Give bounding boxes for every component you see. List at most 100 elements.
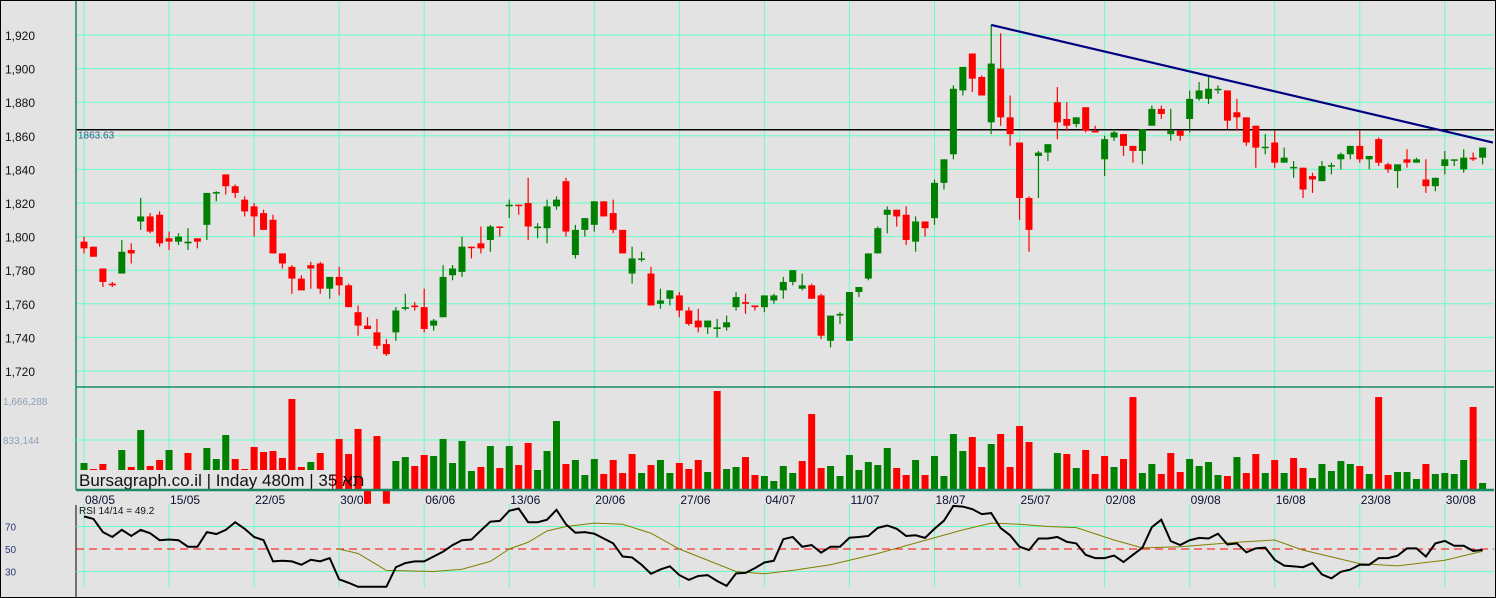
- volume-bar: [609, 460, 617, 489]
- date-tick-label: 11/07: [850, 493, 879, 507]
- candle-down: [1157, 108, 1165, 114]
- stock-chart[interactable]: 08/05 15/05 22/05 30/05 06/06 13/06 20/06 27/06…: [0, 0, 1496, 598]
- candle-down: [345, 285, 353, 308]
- date-tick-label: 06/06: [425, 493, 455, 507]
- candle-up: [704, 320, 712, 328]
- candle-up: [789, 270, 797, 282]
- candle-up: [184, 241, 192, 244]
- volume-bar: [1356, 466, 1364, 489]
- candle-down: [420, 307, 428, 329]
- candle-down: [108, 283, 116, 286]
- volume-bar: [1441, 473, 1449, 489]
- volume-bar: [1309, 478, 1316, 489]
- candle-down: [524, 203, 532, 227]
- candle-up: [959, 66, 967, 91]
- volume-bar: [1101, 456, 1109, 489]
- volume-bar: [1233, 457, 1241, 489]
- candle-down: [1233, 112, 1241, 118]
- candle-up: [1072, 117, 1080, 125]
- candle-up: [723, 322, 731, 328]
- candle-down: [411, 305, 419, 308]
- volume-bar: [949, 434, 957, 489]
- candle-down: [619, 229, 627, 254]
- candle-down: [335, 276, 343, 286]
- candle-down: [307, 265, 315, 269]
- date-tick-label: 25/07: [1021, 493, 1051, 507]
- candle-up: [628, 258, 636, 274]
- volume-bar: [1365, 474, 1373, 489]
- volume-bar: [590, 459, 598, 489]
- candle-down: [1016, 142, 1024, 198]
- candle-up: [779, 281, 787, 291]
- candle-up: [1138, 129, 1146, 151]
- volume-bar: [467, 471, 475, 489]
- date-tick-label: 22/05: [255, 493, 285, 507]
- candle-down: [1252, 125, 1260, 148]
- volume-bar: [1006, 467, 1014, 489]
- candle-down: [997, 68, 1005, 118]
- date-tick-label: 15/05: [170, 493, 200, 507]
- price-tick-label: 1,780: [5, 264, 35, 278]
- volume-bar: [458, 441, 466, 489]
- candle-up: [940, 159, 948, 183]
- candle-down: [193, 238, 201, 242]
- price-tick-label: 1,800: [5, 231, 35, 245]
- candle-down: [685, 310, 693, 324]
- volume-bar: [845, 455, 853, 489]
- volume-bar: [1157, 474, 1165, 489]
- candle-up: [543, 206, 551, 229]
- candle-up: [1337, 154, 1345, 160]
- date-tick-label: 18/07: [936, 493, 966, 507]
- candle-down: [1309, 176, 1316, 180]
- candle-up: [1365, 155, 1373, 160]
- candle-up: [449, 268, 457, 276]
- volume-bar: [874, 465, 882, 489]
- date-tick-label: 09/08: [1191, 493, 1221, 507]
- candle-up: [1280, 157, 1288, 163]
- price-tick-label: 1,740: [5, 331, 35, 345]
- volume-bar: [685, 469, 693, 489]
- volume-bar: [713, 391, 721, 489]
- candle-down: [1242, 117, 1250, 143]
- candle-down: [89, 246, 97, 257]
- candle-down: [156, 214, 164, 244]
- price-tick-label: 1,920: [5, 29, 35, 43]
- volume-bar: [553, 421, 560, 489]
- volume-bar: [420, 455, 428, 489]
- volume-bar: [1138, 473, 1146, 489]
- candle-down: [1356, 145, 1364, 160]
- candle-down: [1422, 179, 1430, 187]
- candle-up: [505, 204, 513, 207]
- candle-down: [1129, 145, 1137, 151]
- rsi-tick-label: 50: [5, 545, 17, 556]
- volume-bar: [1479, 483, 1487, 489]
- volume-bar: [997, 434, 1005, 489]
- volume-bar: [392, 461, 400, 489]
- volume-bar: [1271, 460, 1279, 489]
- candle-down: [146, 216, 154, 232]
- volume-bar: [1422, 464, 1430, 489]
- volume-bar: [1403, 472, 1411, 489]
- volume-bar: [1299, 468, 1307, 489]
- candle-up: [1167, 130, 1175, 135]
- candle-down: [515, 204, 523, 207]
- candle-up: [987, 63, 995, 123]
- candle-up: [430, 320, 438, 326]
- reference-price-label: 1863.63: [78, 131, 115, 142]
- volume-bar: [1082, 450, 1090, 489]
- candle-down: [241, 199, 249, 212]
- candle-down: [250, 206, 258, 217]
- candle-up: [1318, 166, 1326, 182]
- price-tick-label: 1,840: [5, 163, 35, 177]
- volume-bar: [401, 457, 409, 489]
- candle-down: [1053, 102, 1061, 123]
- volume-bar: [543, 451, 551, 489]
- candle-down: [1176, 130, 1184, 136]
- volume-bar: [1346, 464, 1354, 489]
- volume-bar: [1469, 407, 1477, 489]
- volume-bar: [562, 464, 570, 489]
- candle-down: [288, 266, 296, 279]
- candle-down: [742, 302, 749, 304]
- candle-down: [231, 186, 239, 193]
- candle-up: [1290, 166, 1298, 169]
